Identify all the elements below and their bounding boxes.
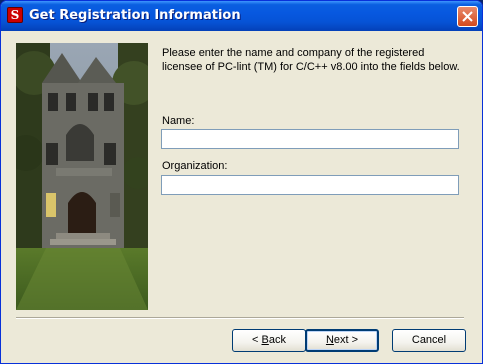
window-title: Get Registration Information xyxy=(29,8,241,23)
next-button[interactable]: Next > xyxy=(305,329,379,352)
organization-label: Organization: xyxy=(162,160,228,172)
building-photo xyxy=(16,43,148,310)
back-button[interactable]: < Back xyxy=(232,329,306,352)
next-arrow: > xyxy=(348,334,359,346)
back-mnemonic: B xyxy=(261,334,269,346)
organization-field[interactable] xyxy=(161,175,459,195)
next-mnemonic: N xyxy=(325,334,334,346)
app-icon-glyph: S xyxy=(10,8,20,22)
name-label: Name: xyxy=(162,115,195,127)
name-field[interactable] xyxy=(161,129,459,149)
back-label: ack xyxy=(268,334,286,346)
next-label: ext xyxy=(333,334,349,346)
back-arrow: < xyxy=(252,334,262,346)
separator xyxy=(16,317,464,319)
instructions-text: Please enter the name and company of the… xyxy=(162,47,460,73)
app-icon[interactable]: S xyxy=(7,7,23,23)
dialog-body: Please enter the name and company of the… xyxy=(4,31,479,361)
close-button[interactable] xyxy=(457,6,478,27)
title-bar[interactable]: S Get Registration Information xyxy=(1,1,482,31)
cancel-button[interactable]: Cancel xyxy=(392,329,466,352)
dialog-window: S Get Registration Information Please en… xyxy=(0,0,483,364)
close-x-icon xyxy=(462,11,473,22)
